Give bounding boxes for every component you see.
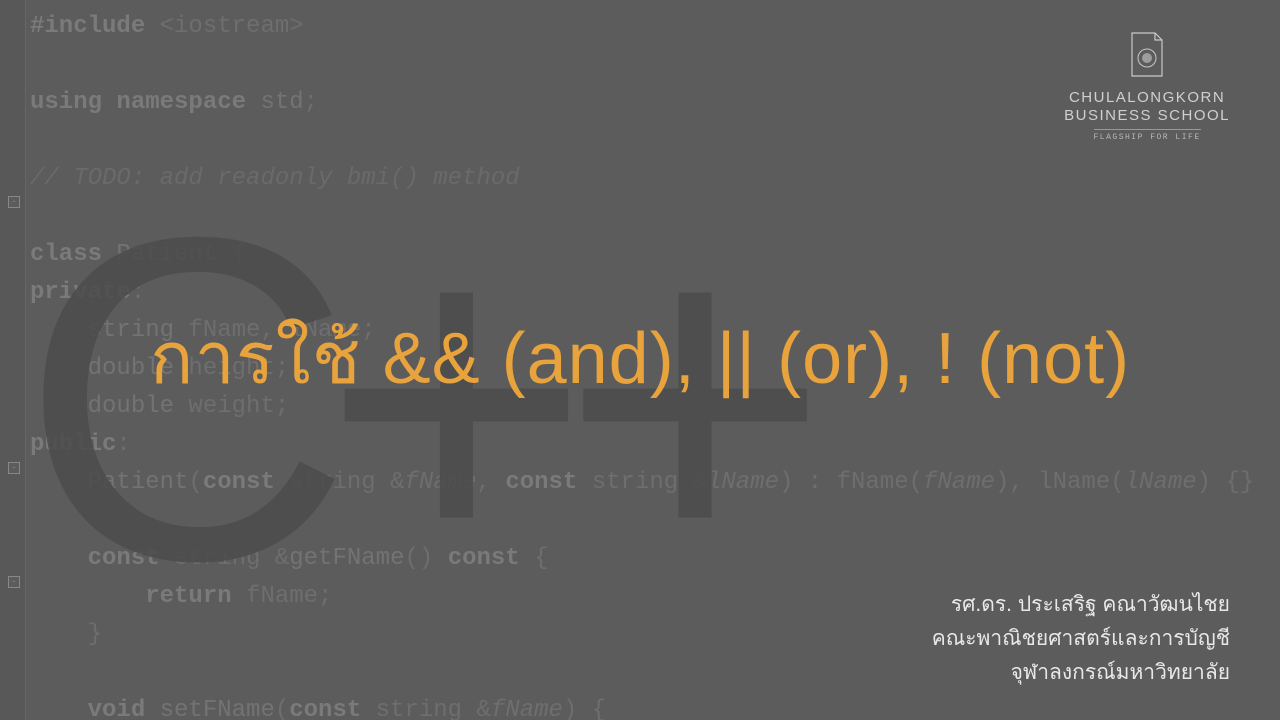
author-name: รศ.ดร. ประเสริฐ คณาวัฒนไชย	[932, 588, 1230, 622]
logo-tagline: FLAGSHIP FOR LIFE	[1094, 129, 1201, 142]
faculty-name: คณะพาณิชยศาสตร์และการบัญชี	[932, 622, 1230, 656]
logo-line2: BUSINESS SCHOOL	[1064, 107, 1230, 125]
school-logo: CHULALONGKORN BUSINESS SCHOOL FLAGSHIP F…	[1064, 28, 1230, 144]
university-name: จุฬาลงกรณ์มหาวิทยาลัย	[932, 656, 1230, 690]
credits-block: รศ.ดร. ประเสริฐ คณาวัฒนไชย คณะพาณิชยศาสต…	[932, 588, 1230, 690]
logo-line1: CHULALONGKORN	[1064, 89, 1230, 107]
logo-icon	[1127, 28, 1167, 83]
slide-title: การใช้ && (and), || (or), ! (not)	[0, 300, 1280, 415]
